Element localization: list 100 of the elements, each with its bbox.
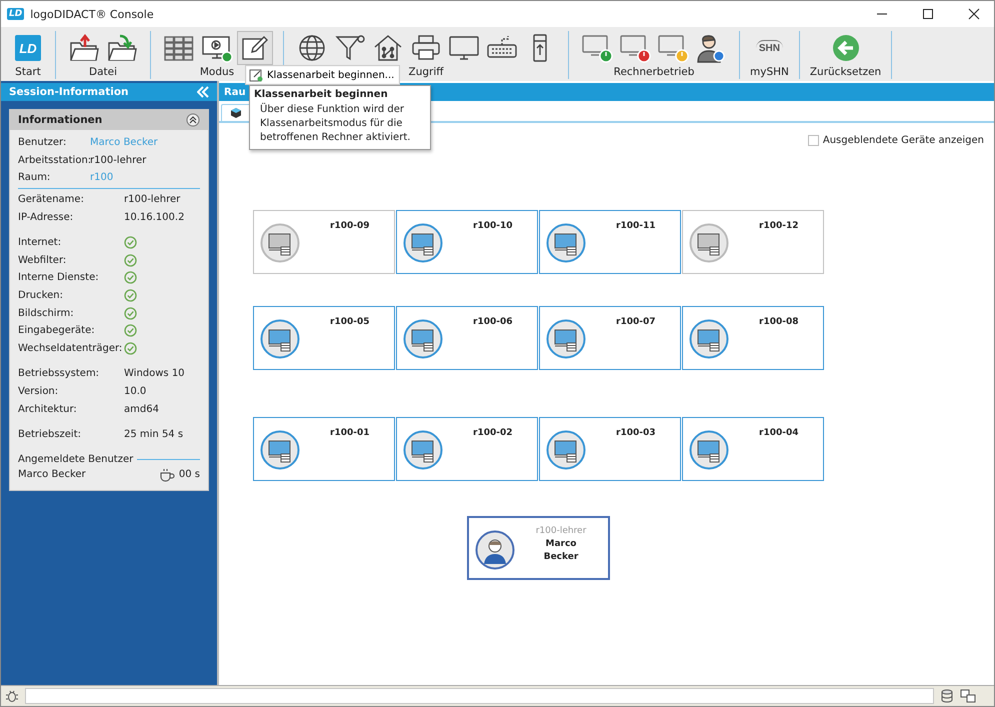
toolbar-group-label: Rechnerbetrieb [614,66,694,78]
computer-name: r100-09 [330,221,370,231]
info-label: Version: [18,386,60,398]
computer-card[interactable]: r100-01 [253,417,395,481]
toolbar-group-label: Start [15,66,41,78]
toolbar-button[interactable] [237,31,273,65]
info-value: 25 min 54 s [124,429,184,440]
computer-name: r100-04 [759,428,798,438]
info-label: Benutzer: [18,137,68,148]
computer-name: r100-05 [330,317,370,327]
info-label: Arbeitsstation: [18,154,90,166]
windows-icon[interactable] [960,689,976,703]
station-name: r100-lehrer [536,526,586,536]
info-label: Wechseldatenträger: [18,342,124,354]
computer-card[interactable]: r100-12 [682,210,824,274]
computer-icon [403,430,443,470]
info-value: 10.0 [124,386,148,398]
computer-icon [403,223,443,263]
computer-card[interactable]: r100-03 [539,417,681,481]
info-value: Windows 10 [124,368,186,380]
info-value: amd64 [124,404,160,415]
toolbar-button[interactable]: SHN [752,31,786,65]
cup-icon [158,468,175,482]
user-icon [695,33,727,63]
computer-icon [260,223,300,263]
teacher-card[interactable]: r100-lehrer Marco Becker [467,516,610,580]
toolbar-group-label: Modus [200,66,234,78]
info-label: IP-Adresse: [18,212,74,223]
collapse-icon[interactable] [186,113,200,127]
computer-name: r100-02 [473,428,512,438]
info-label: Bildschirm: [18,308,75,319]
section-title: Angemeldete Benutzer [18,454,134,464]
info-label: Internet: [18,237,62,248]
close-icon[interactable] [968,8,980,20]
show-hidden-checkbox[interactable]: Ausgeblendete Geräte anzeigen [808,135,984,146]
computer-card[interactable]: r100-08 [682,306,824,370]
tooltip-title: Klassenarbeit beginnen [254,89,389,100]
menu-item[interactable]: Klassenarbeit beginnen... [247,67,398,83]
info-label: Interne Dienste: [18,272,100,284]
computer-icon [546,223,586,263]
pen-icon [249,68,263,82]
avatar-icon [475,530,515,570]
computer-icon [689,223,729,263]
toolbar-group-label: Zurücksetzen [810,66,882,78]
monitor-power-icon [581,33,613,63]
info-label: Drucken: [18,290,64,302]
filter-icon [334,33,366,63]
window-title: logoDIDACT® Console [30,8,154,20]
monitor-power-icon [619,33,651,63]
toolbar-group-label: Zugriff [408,66,444,78]
computer-card[interactable]: r100-05 [253,306,395,370]
computer-name: r100-07 [616,317,656,327]
computer-name: r100-11 [616,221,656,231]
tooltip-text: Über diese Funktion wird der Klassenarbeitsmodus für die betroffenen Rechner aktiviert. [259,103,412,145]
info-value: r100-lehrer [124,194,182,206]
computer-card[interactable]: r100-10 [396,210,538,274]
teacher-last-name: Becker [544,552,578,562]
computer-name: r100-12 [759,221,798,231]
computer-icon [403,319,443,359]
computer-name: r100-01 [330,428,370,438]
info-label: Betriebszeit: [18,429,82,440]
info-value: r100-lehrer [90,154,148,166]
toolbar-group-label: mySHN [750,66,789,78]
computer-card[interactable]: r100-09 [253,210,395,274]
computer-name: r100-08 [759,317,798,327]
app-logo: LD [7,8,24,20]
computer-card[interactable]: r100-06 [396,306,538,370]
computer-icon [689,430,729,470]
computer-icon [546,430,586,470]
computer-name: r100-06 [473,317,512,327]
sidebar-title: Session-Information [9,86,129,98]
database-icon[interactable] [940,689,954,703]
info-value: 10.16.100.2 [124,212,186,223]
folder-download-icon [106,33,138,63]
info-label: Gerätename: [18,194,85,206]
user-name: Marco Becker [18,469,87,480]
room-title: Rau [224,86,246,98]
maximize-icon[interactable] [922,8,934,20]
teacher-first-name: Marco [546,539,576,549]
house-icon [372,33,404,63]
computer-card[interactable]: r100-07 [539,306,681,370]
info-label: Raum: [18,172,52,184]
toolbar-group-label: Datei [88,66,117,78]
monitor-power-icon [657,33,689,63]
folder-upload-icon [68,33,100,63]
info-label: Webfilter: [18,254,68,266]
computer-card[interactable]: r100-11 [539,210,681,274]
idle-time: 00 s [178,469,200,480]
computer-icon [689,319,729,359]
computer-name: r100-10 [473,221,512,231]
info-label: Architektur: [18,404,78,415]
computer-card[interactable]: r100-04 [682,417,824,481]
computer-icon [260,319,300,359]
cube-icon[interactable] [230,107,242,119]
computer-icon [260,430,300,470]
computer-card[interactable]: r100-02 [396,417,538,481]
info-label: Eingabegeräte: [18,325,96,336]
panel-title: Informationen [18,114,102,126]
bug-icon[interactable] [5,689,19,703]
computer-icon [546,319,586,359]
